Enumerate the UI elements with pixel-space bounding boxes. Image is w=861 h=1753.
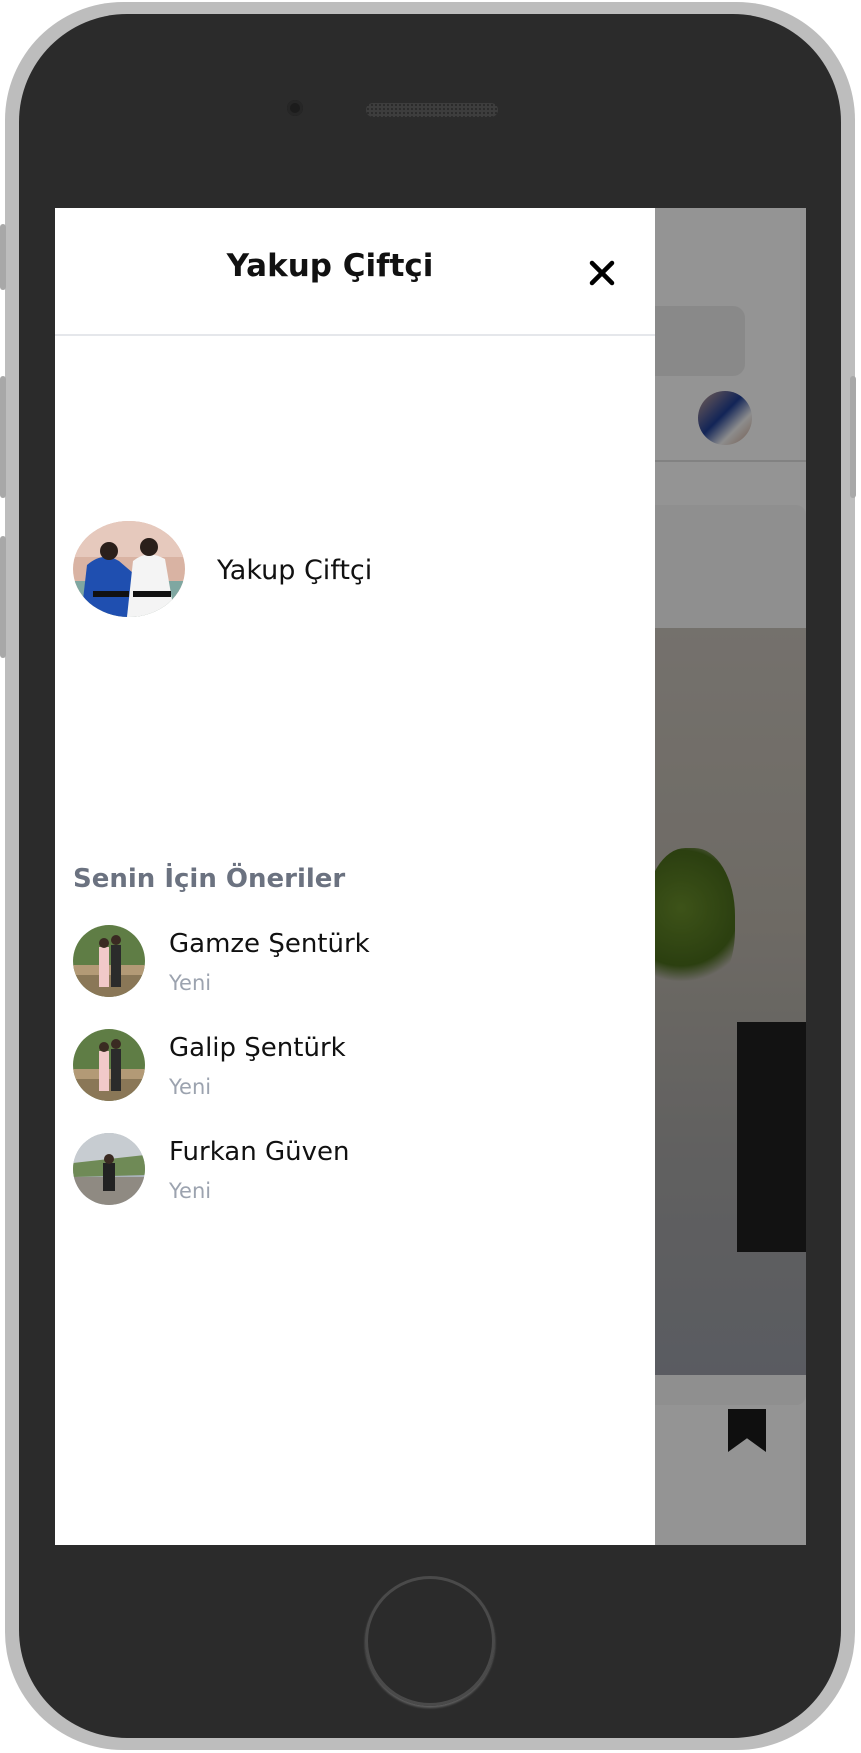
suggestion-status: Yeni [169, 1179, 212, 1203]
power-button [850, 376, 856, 498]
suggestions-title: Senin İçin Öneriler [73, 864, 346, 894]
avatar [73, 1133, 145, 1205]
profile-link[interactable]: Yakup Çiftçi [73, 521, 633, 617]
volume-up-button [0, 376, 6, 498]
close-icon [589, 260, 615, 286]
suggestion-item[interactable]: Galip Şentürk Yeni [73, 1029, 633, 1101]
drawer-header: Yakup Çiftçi [55, 208, 655, 336]
volume-down-button [0, 536, 6, 658]
suggestion-item[interactable]: Gamze Şentürk Yeni [73, 925, 633, 997]
side-drawer: Yakup Çiftçi Yakup Çiftçi Senin İçin Öne… [55, 208, 655, 1545]
close-button[interactable] [587, 258, 617, 288]
home-button[interactable] [365, 1576, 495, 1706]
avatar [73, 925, 145, 997]
avatar [73, 521, 185, 617]
suggestion-name: Gamze Şentürk [169, 929, 370, 959]
drawer-title: Yakup Çiftçi [226, 248, 434, 284]
suggestion-status: Yeni [169, 971, 212, 995]
suggestion-status: Yeni [169, 1075, 212, 1099]
avatar [73, 1029, 145, 1101]
front-camera [287, 100, 303, 116]
suggestion-name: Galip Şentürk [169, 1033, 346, 1063]
mute-switch [0, 224, 6, 290]
suggestion-name: Furkan Güven [169, 1137, 350, 1167]
suggestion-item[interactable]: Furkan Güven Yeni [73, 1133, 633, 1205]
screen: Yakup Çiftçi Yakup Çiftçi Senin İçin Öne… [55, 208, 806, 1545]
speaker-grille [366, 103, 498, 117]
profile-name: Yakup Çiftçi [217, 555, 373, 586]
